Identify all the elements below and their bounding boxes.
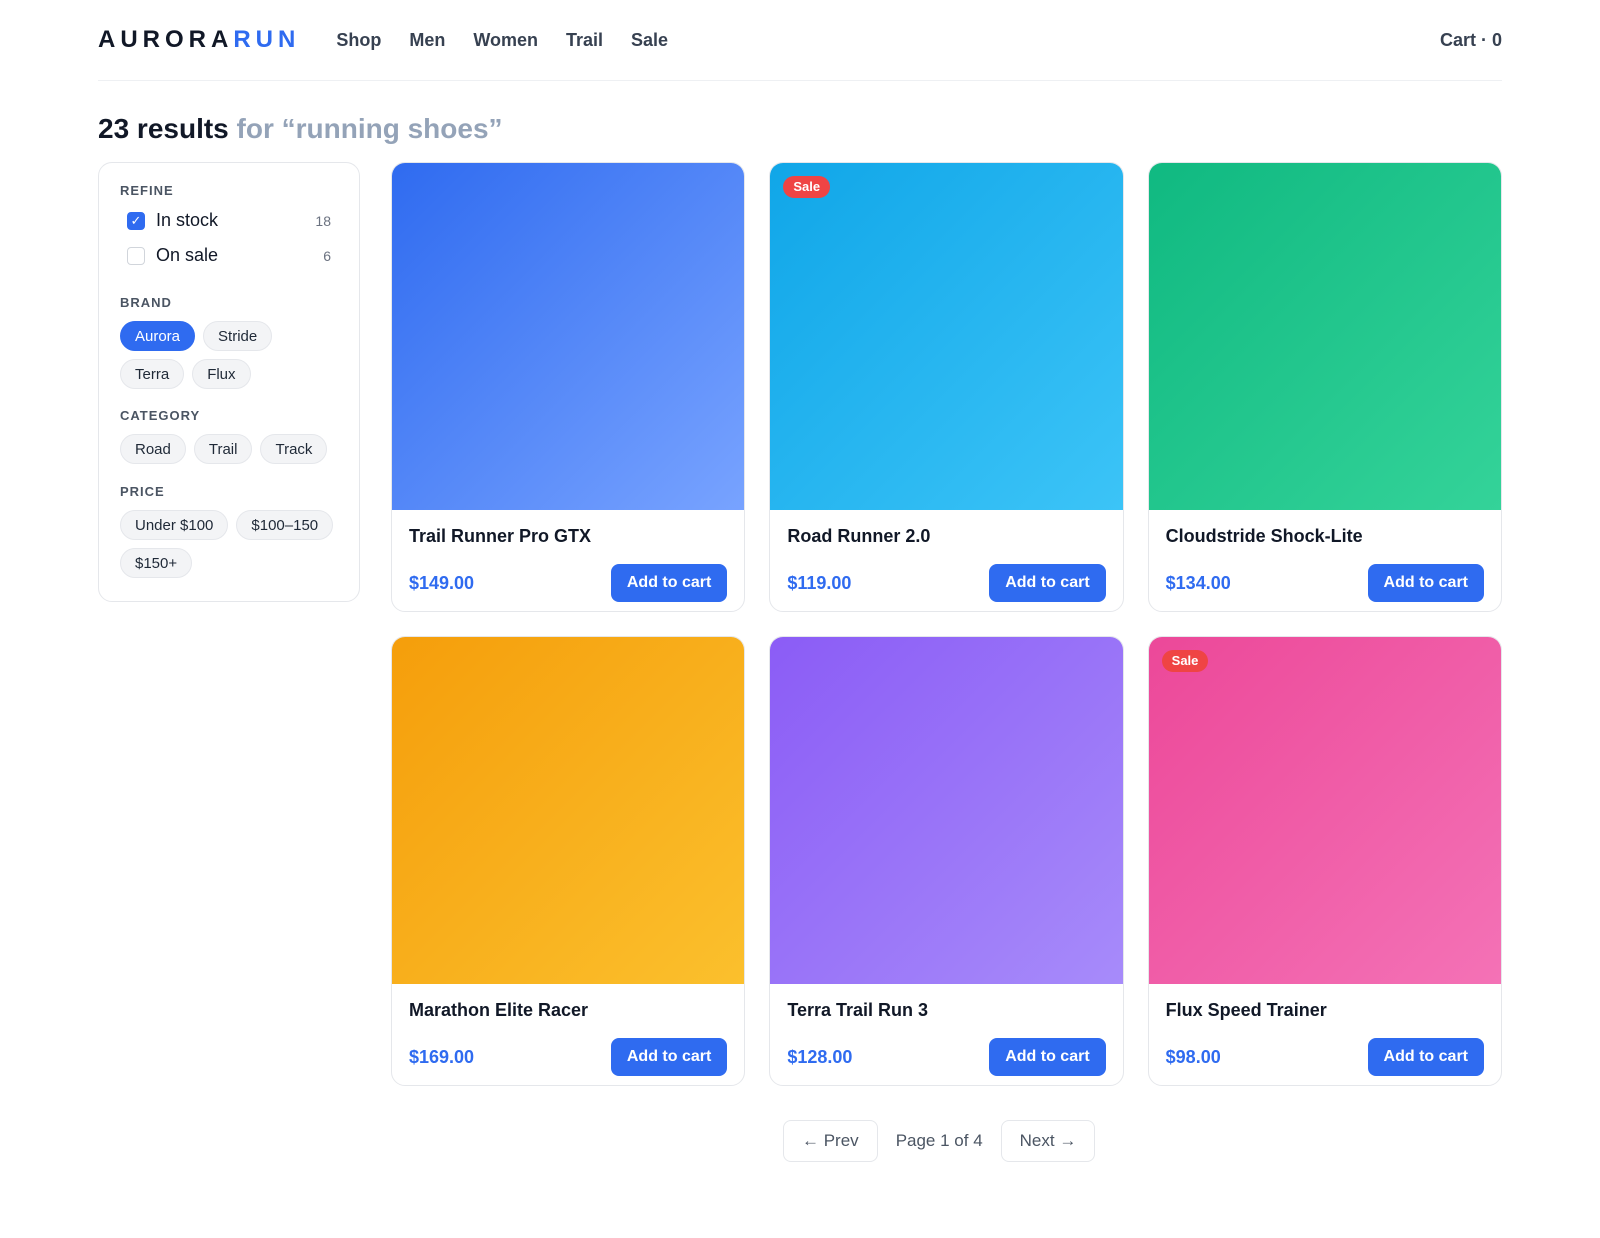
chip-price-under-100[interactable]: Under $100 bbox=[120, 510, 229, 540]
nav-sale[interactable]: Sale bbox=[631, 30, 668, 51]
add-to-cart-button[interactable]: Add to cart bbox=[1367, 564, 1484, 602]
brand-title: BRAND bbox=[120, 295, 172, 310]
filter-sidebar: REFINE ✓ In stock 18 On sale 6 BRAND Aur… bbox=[98, 162, 360, 602]
product-name[interactable]: Marathon Elite Racer bbox=[409, 998, 727, 1022]
nav-trail[interactable]: Trail bbox=[566, 30, 603, 51]
product-grid: Trail Runner Pro GTX $149.00 Add to cart… bbox=[391, 162, 1502, 1086]
results-query: for “running shoes” bbox=[236, 113, 503, 144]
category-chips: Road Trail Track bbox=[120, 434, 339, 464]
site-header: AURORA RUN Shop Men Women Trail Sale Cart… bbox=[98, 0, 1502, 81]
filter-in-stock[interactable]: ✓ In stock 18 bbox=[120, 203, 339, 238]
main-nav: Shop Men Women Trail Sale bbox=[336, 30, 668, 51]
nav-shop[interactable]: Shop bbox=[336, 30, 381, 51]
results-count: 23 results bbox=[98, 113, 229, 144]
add-to-cart-button[interactable]: Add to cart bbox=[989, 1038, 1106, 1076]
product-name[interactable]: Cloudstride Shock-Lite bbox=[1166, 524, 1484, 548]
category-title: CATEGORY bbox=[120, 408, 201, 423]
next-page-button[interactable]: Next → bbox=[1000, 1120, 1096, 1162]
in-stock-label: In stock bbox=[156, 210, 219, 230]
sale-badge: Sale bbox=[783, 176, 831, 198]
cart-link[interactable]: Cart · 0 bbox=[1440, 30, 1502, 51]
in-stock-count: 18 bbox=[315, 212, 331, 229]
product-card[interactable]: Sale Road Runner 2.0 $119.00 Add to cart bbox=[769, 162, 1124, 612]
add-to-cart-button[interactable]: Add to cart bbox=[610, 1038, 728, 1076]
sale-badge: Sale bbox=[1161, 650, 1209, 672]
product-card[interactable]: Cloudstride Shock-Lite $134.00 Add to ca… bbox=[1147, 162, 1502, 612]
product-price: $149.00 bbox=[409, 572, 475, 593]
brand-chips: Aurora Stride Terra Flux bbox=[120, 321, 339, 389]
nav-women[interactable]: Women bbox=[473, 30, 538, 51]
chip-brand-flux[interactable]: Flux bbox=[192, 359, 251, 389]
chip-category-track[interactable]: Track bbox=[260, 434, 328, 464]
product-price: $119.00 bbox=[787, 572, 852, 593]
chip-category-road[interactable]: Road bbox=[120, 434, 186, 464]
product-price: $134.00 bbox=[1165, 572, 1231, 593]
filter-on-sale[interactable]: On sale 6 bbox=[120, 238, 339, 273]
in-stock-checkbox[interactable]: ✓ bbox=[127, 211, 145, 230]
product-image[interactable] bbox=[1148, 637, 1501, 984]
add-to-cart-button[interactable]: Add to cart bbox=[1367, 1038, 1484, 1076]
product-card[interactable]: Sale Flux Speed Trainer $98.00 Add to ca… bbox=[1147, 636, 1502, 1086]
product-price: $128.00 bbox=[787, 1046, 853, 1067]
price-chips: Under $100 $100–150 $150+ bbox=[120, 510, 339, 578]
product-name[interactable]: Road Runner 2.0 bbox=[787, 524, 1105, 548]
logo-accent: RUN bbox=[233, 26, 301, 53]
product-image[interactable] bbox=[392, 637, 745, 984]
product-price: $169.00 bbox=[409, 1046, 475, 1067]
on-sale-checkbox[interactable] bbox=[127, 246, 145, 265]
product-name[interactable]: Flux Speed Trainer bbox=[1166, 998, 1484, 1022]
nav-men[interactable]: Men bbox=[409, 30, 445, 51]
on-sale-label: On sale bbox=[156, 245, 219, 265]
product-card[interactable]: Terra Trail Run 3 $128.00 Add to cart bbox=[769, 636, 1124, 1086]
on-sale-count: 6 bbox=[323, 247, 331, 264]
product-image[interactable] bbox=[392, 163, 745, 510]
price-title: PRICE bbox=[120, 484, 165, 499]
product-image[interactable] bbox=[770, 163, 1123, 510]
product-card[interactable]: Marathon Elite Racer $169.00 Add to cart bbox=[391, 636, 746, 1086]
chip-price-150-plus[interactable]: $150+ bbox=[120, 548, 193, 578]
product-name[interactable]: Terra Trail Run 3 bbox=[787, 998, 1105, 1022]
prev-page-button[interactable]: ← Prev bbox=[783, 1120, 878, 1162]
chip-category-trail[interactable]: Trail bbox=[193, 434, 253, 464]
checkmark-icon: ✓ bbox=[130, 213, 142, 228]
page: AURORA RUN Shop Men Women Trail Sale Cart… bbox=[0, 0, 1600, 1238]
chip-brand-terra[interactable]: Terra bbox=[120, 359, 185, 389]
product-card[interactable]: Trail Runner Pro GTX $149.00 Add to cart bbox=[391, 162, 746, 612]
results-heading: 23 results for “running shoes” bbox=[98, 109, 1502, 149]
add-to-cart-button[interactable]: Add to cart bbox=[610, 564, 728, 602]
product-image[interactable] bbox=[1148, 163, 1501, 510]
page-indicator: Page 1 of 4 bbox=[895, 1131, 983, 1150]
product-price: $98.00 bbox=[1165, 1046, 1221, 1067]
chip-brand-stride[interactable]: Stride bbox=[203, 321, 273, 351]
product-image[interactable] bbox=[770, 637, 1123, 984]
pagination: ← Prev Page 1 of 4 Next → bbox=[783, 1120, 1096, 1162]
product-name[interactable]: Trail Runner Pro GTX bbox=[409, 524, 727, 548]
chip-brand-aurora[interactable]: Aurora bbox=[120, 321, 196, 351]
add-to-cart-button[interactable]: Add to cart bbox=[989, 564, 1106, 602]
brand-logo[interactable]: AURORA RUN bbox=[98, 26, 300, 54]
chip-price-100-150[interactable]: $100–150 bbox=[236, 510, 334, 540]
logo-main: AURORA bbox=[98, 26, 234, 53]
refine-title: REFINE bbox=[120, 183, 174, 198]
